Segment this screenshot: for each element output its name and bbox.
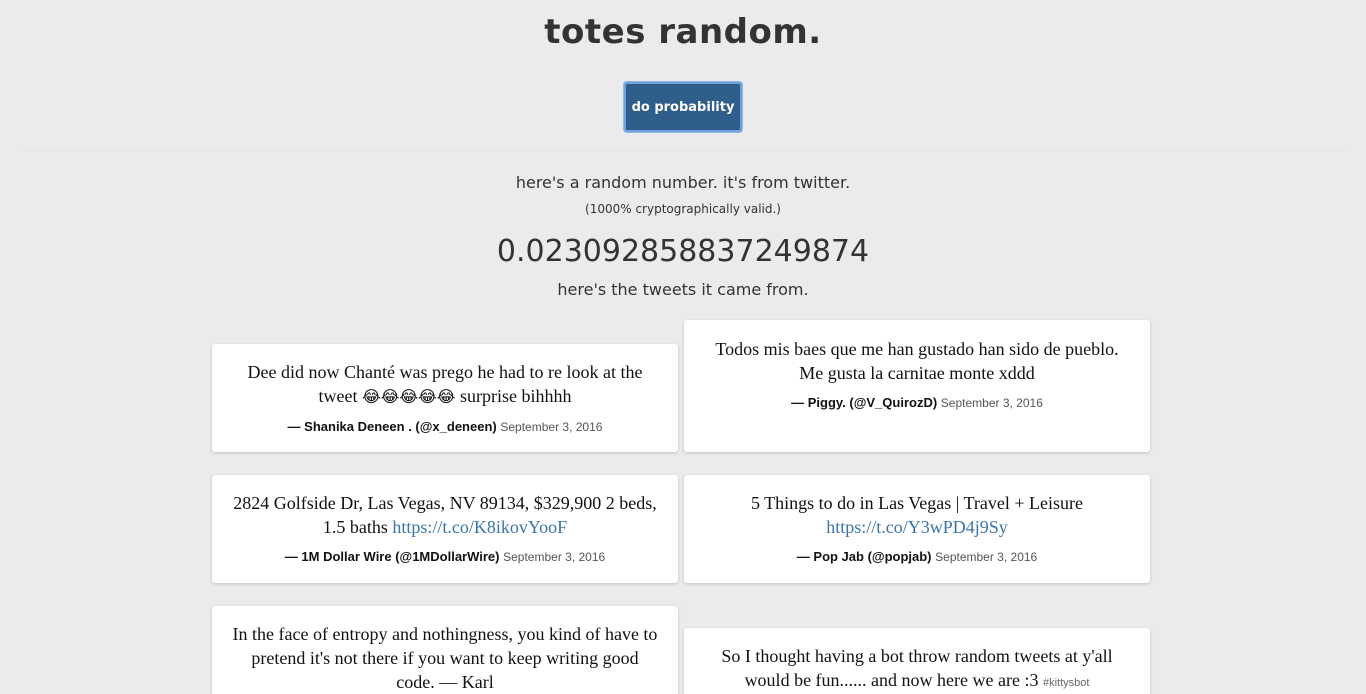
tweet-text: Todos mis baes que me han gustado han si… — [715, 339, 1119, 383]
tweet-card: Todos mis baes que me han gustado han si… — [684, 320, 1150, 452]
page: totes random. do probability here's a ra… — [0, 0, 1366, 694]
tweet-author[interactable]: — Pop Jab (@popjab) — [797, 549, 932, 564]
tweet-link[interactable]: https://t.co/K8ikovYooF — [392, 517, 567, 537]
tweet-date[interactable]: September 3, 2016 — [935, 550, 1037, 564]
tweet-text: 5 Things to do in Las Vegas | Travel + L… — [702, 491, 1132, 539]
do-probability-button[interactable]: do probability — [624, 82, 742, 132]
tweet-card: 2824 Golfside Dr, Las Vegas, NV 89134, $… — [212, 475, 678, 583]
tweet-meta: — Piggy. (@V_QuirozD) September 3, 2016 — [702, 395, 1132, 410]
laughing-emoji-icon: 😂😂😂😂😂 — [362, 387, 456, 406]
tweet-link[interactable]: https://t.co/Y3wPD4j9Sy — [826, 517, 1008, 537]
tweet-author[interactable]: — Piggy. (@V_QuirozD) — [791, 395, 937, 410]
tweet-text-body: 5 Things to do in Las Vegas | Travel + L… — [750, 493, 1084, 513]
tweet-hashtag[interactable]: #kittysbot — [1043, 677, 1089, 689]
tweet-meta: — Shanika Deneen . (@x_deneen) September… — [230, 419, 660, 434]
tweet-meta: — Pop Jab (@popjab) September 3, 2016 — [702, 549, 1132, 564]
intro-text: here's a random number. it's from twitte… — [515, 173, 851, 192]
tweet-card: Dee did now Chanté was prego he had to r… — [212, 344, 678, 452]
tweet-text: So I thought having a bot throw random t… — [702, 644, 1132, 694]
tweet-card: In the face of entropy and nothingness, … — [212, 606, 678, 694]
tweet-date[interactable]: September 3, 2016 — [941, 396, 1043, 410]
tweet-meta: — 1M Dollar Wire (@1MDollarWire) Septemb… — [230, 549, 660, 564]
tweets-intro-text: here's the tweets it came from. — [557, 280, 809, 299]
tweet-card: So I thought having a bot throw random t… — [684, 628, 1150, 694]
tweet-text-after: surprise bihhhh — [455, 386, 572, 406]
tweet-date[interactable]: September 3, 2016 — [500, 420, 602, 434]
tweet-text: In the face of entropy and nothingness, … — [232, 624, 658, 692]
tweet-text: Dee did now Chanté was prego he had to r… — [230, 360, 660, 409]
tweet-author[interactable]: — 1M Dollar Wire (@1MDollarWire) — [285, 549, 500, 564]
random-number: 0.023092858837249874 — [496, 234, 870, 269]
intro-subtext: (1000% cryptographically valid.) — [585, 202, 781, 216]
tweet-author[interactable]: — Shanika Deneen . (@x_deneen) — [288, 419, 497, 434]
page-title: totes random. — [544, 12, 822, 52]
tweet-text: 2824 Golfside Dr, Las Vegas, NV 89134, $… — [230, 491, 660, 539]
divider — [20, 150, 1346, 151]
tweet-card: 5 Things to do in Las Vegas | Travel + L… — [684, 475, 1150, 583]
tweet-date[interactable]: September 3, 2016 — [503, 550, 605, 564]
